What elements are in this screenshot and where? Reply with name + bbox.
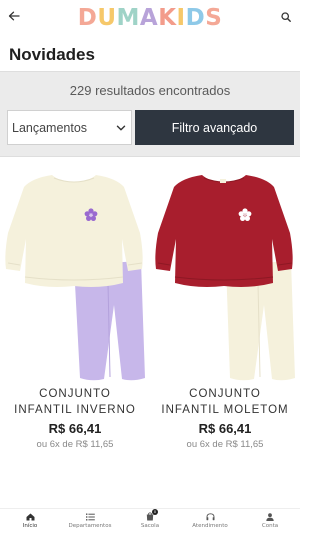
arrow-left-icon: [8, 11, 20, 21]
page-title: Novidades: [9, 45, 95, 64]
sort-select-value: Lançamentos: [12, 120, 88, 135]
product-installments: ou 6x de R$ 11,65: [36, 439, 114, 450]
logo-letter: D: [77, 4, 98, 31]
search-button[interactable]: [276, 8, 296, 26]
nav-label: Sacola: [140, 523, 160, 529]
product-name[interactable]: INFANTIL MOLETOM: [150, 402, 300, 418]
product-price: R$ 66,41: [48, 421, 102, 436]
logo-letter: S: [205, 4, 223, 31]
duma-kids-logo[interactable]: D U M A K I D S: [78, 4, 222, 32]
nav-label: Início: [22, 523, 38, 529]
headset-icon: [205, 512, 215, 521]
product-card[interactable]: CONJUNTO INFANTIL MOLETOM R$ 66,41 ou 6x…: [150, 165, 300, 465]
product-card[interactable]: CONJUNTO INFANTIL INVERNO R$ 66,41 ou 6x…: [0, 165, 150, 465]
logo-letter: A: [139, 4, 159, 31]
logo-letter: K: [158, 4, 177, 31]
product-name[interactable]: INFANTIL INVERNO: [0, 402, 150, 418]
logo-letter: M: [116, 4, 140, 31]
product-image[interactable]: [150, 165, 300, 385]
logo-letter: U: [97, 4, 117, 31]
user-icon: [265, 512, 275, 521]
back-button[interactable]: [4, 8, 24, 24]
advanced-filter-button[interactable]: Filtro avançado: [135, 110, 294, 145]
product-price: R$ 66,41: [198, 421, 252, 436]
nav-label: Departamentos: [68, 523, 112, 529]
app-header: D U M A K I D S: [0, 0, 300, 36]
nav-item-account[interactable]: Conta: [240, 509, 300, 533]
nav-item-departments[interactable]: Departamentos: [60, 509, 120, 533]
product-image[interactable]: [0, 165, 150, 385]
product-name[interactable]: CONJUNTO: [150, 386, 300, 402]
product-name[interactable]: CONJUNTO: [0, 386, 150, 402]
logo-letter: I: [176, 4, 186, 31]
search-icon: [281, 12, 291, 22]
chevron-down-icon: [116, 125, 126, 131]
nav-label: Conta: [261, 523, 279, 529]
product-installments: ou 6x de R$ 11,65: [186, 439, 264, 450]
list-icon: [85, 512, 95, 521]
nav-item-home[interactable]: Início: [0, 509, 60, 533]
nav-item-bag[interactable]: 0 Sacola: [120, 509, 180, 533]
bag-icon: 0: [145, 509, 158, 521]
nav-item-support[interactable]: Atendimento: [180, 509, 240, 533]
bag-count-badge: 0: [152, 509, 158, 515]
nav-label: Atendimento: [192, 523, 228, 529]
results-count: 229 resultados encontrados: [69, 83, 231, 98]
bottom-navigation: Início Departamentos 0 Sacola Atendiment…: [0, 508, 300, 533]
logo-letter: D: [185, 4, 206, 31]
home-icon: [25, 512, 35, 521]
filter-panel: 229 resultados encontrados Lançamentos F…: [0, 71, 300, 157]
sort-select[interactable]: Lançamentos: [7, 110, 132, 145]
